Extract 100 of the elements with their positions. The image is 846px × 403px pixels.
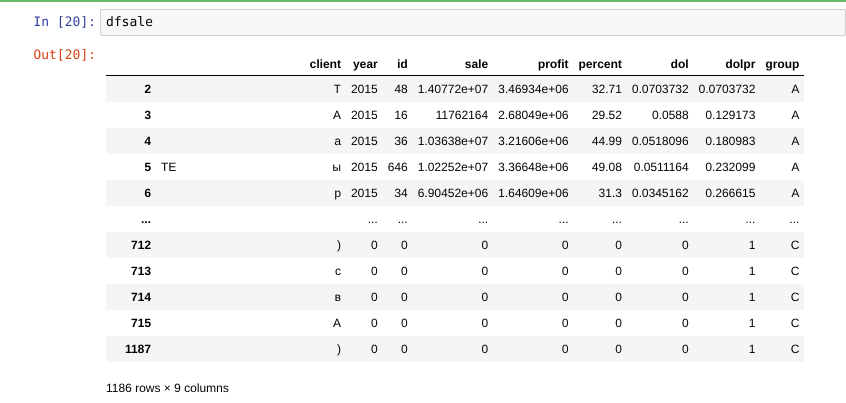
table-cell: 44.99 — [574, 128, 627, 154]
table-cell: ... — [346, 206, 383, 232]
table-cell: 0.180983 — [694, 128, 760, 154]
table-cell: ... — [760, 206, 804, 232]
table-cell: 0 — [574, 310, 627, 336]
table-cell: 0 — [493, 258, 574, 284]
table-cell: 29.52 — [574, 102, 627, 128]
row-index: 712 — [106, 232, 156, 258]
table-cell: 0 — [493, 232, 574, 258]
row-index: 1187 — [106, 336, 156, 362]
table-cell: A — [760, 180, 804, 206]
row-index: 4 — [106, 128, 156, 154]
table-cell: 0 — [626, 284, 694, 310]
table-cell: 1.40772e+07 — [412, 76, 494, 102]
table-cell: 0 — [626, 336, 694, 362]
table-cell: C — [760, 258, 804, 284]
table-cell: 0 — [382, 310, 413, 336]
table-cell: ... — [574, 206, 627, 232]
table-cell: 3.21606e+06 — [493, 128, 574, 154]
table-cell: 1 — [694, 258, 760, 284]
table-cell: 0 — [412, 336, 494, 362]
table-cell: ) — [337, 342, 341, 356]
table-cell: A — [760, 76, 804, 102]
table-cell: 1 — [694, 232, 760, 258]
table-cell: 0 — [493, 284, 574, 310]
table-cell: 0.266615 — [694, 180, 760, 206]
table-cell: 0 — [346, 232, 383, 258]
table-cell: 0 — [346, 258, 383, 284]
table-cell: 34 — [382, 180, 413, 206]
table-cell: 0.129173 — [694, 102, 760, 128]
table-cell: 0 — [382, 258, 413, 284]
output-prompt: Out[20]: — [32, 47, 97, 63]
table-cell: 0 — [382, 284, 413, 310]
table-cell: р — [334, 186, 341, 200]
table-cell: 0 — [626, 232, 694, 258]
table-cell: 3.46934e+06 — [493, 76, 574, 102]
table-cell: C — [760, 310, 804, 336]
table-summary: 1186 rows × 9 columns — [106, 381, 230, 395]
table-cell: C — [760, 232, 804, 258]
table-cell: ... — [493, 206, 574, 232]
table-cell: 2.68049e+06 — [493, 102, 574, 128]
table-cell: C — [760, 336, 804, 362]
table-cell: ) — [337, 238, 341, 252]
row-index: 2 — [106, 76, 156, 102]
table-cell: ... — [382, 206, 413, 232]
table-cell: 0.0588 — [626, 102, 694, 128]
table-cell: 32.71 — [574, 76, 627, 102]
table-cell: 6.90452e+06 — [412, 180, 494, 206]
table-cell: в — [334, 290, 341, 304]
table-cell: 0 — [574, 284, 627, 310]
row-index: 713 — [106, 258, 156, 284]
table-cell: 1.64609e+06 — [493, 180, 574, 206]
table-cell: ... — [626, 206, 694, 232]
table-cell: 36 — [382, 128, 413, 154]
input-prompt: In [20]: — [32, 15, 97, 30]
table-cell: 0 — [346, 336, 383, 362]
table-cell: Т — [334, 82, 341, 96]
table-cell: 0.232099 — [694, 154, 760, 180]
table-cell: ы — [332, 160, 341, 174]
table-cell: с — [335, 264, 341, 278]
table-cell: 31.3 — [574, 180, 627, 206]
table-cell: 0 — [412, 310, 494, 336]
table-cell: ... — [694, 206, 760, 232]
table-cell: ... — [412, 206, 494, 232]
table-cell: 0 — [574, 336, 627, 362]
table-cell: A — [760, 102, 804, 128]
table-cell: 0.0511164 — [626, 154, 694, 180]
table-cell: 0 — [346, 310, 383, 336]
table-cell: 16 — [382, 102, 413, 128]
table-cell: 1.03638e+07 — [412, 128, 494, 154]
table-cell: A — [760, 128, 804, 154]
table-cell: 3.36648e+06 — [493, 154, 574, 180]
table-cell: 0 — [412, 284, 494, 310]
code-input-field[interactable]: dfsale — [100, 9, 846, 36]
table-cell: 2015 — [346, 154, 383, 180]
table-cell: 49.08 — [574, 154, 627, 180]
table-cell: 0 — [412, 232, 494, 258]
table-cell: 1 — [694, 284, 760, 310]
table-cell: 0.0518096 — [626, 128, 694, 154]
row-index: 5 — [106, 154, 156, 180]
table-cell: 2015 — [346, 76, 383, 102]
row-index: 6 — [106, 180, 156, 206]
table-cell: 2015 — [346, 102, 383, 128]
table-cell: 1 — [694, 310, 760, 336]
table-cell: 1.02252e+07 — [412, 154, 494, 180]
table-cell: А — [332, 316, 341, 330]
table-cell: C — [760, 284, 804, 310]
table-cell: 11762164 — [412, 102, 494, 128]
table-cell: 0 — [382, 336, 413, 362]
table-cell: а — [334, 134, 341, 148]
row-index: 715 — [106, 310, 156, 336]
table-cell: 646 — [382, 154, 413, 180]
table-cell: 0.0703732 — [626, 76, 694, 102]
row-index: 3 — [106, 102, 156, 128]
table-cell: 0 — [382, 232, 413, 258]
table-cell: 0 — [412, 258, 494, 284]
table-cell: 0 — [493, 310, 574, 336]
table-cell: A — [760, 154, 804, 180]
table-cell: ТЕ — [161, 160, 176, 174]
table-cell: 48 — [382, 76, 413, 102]
